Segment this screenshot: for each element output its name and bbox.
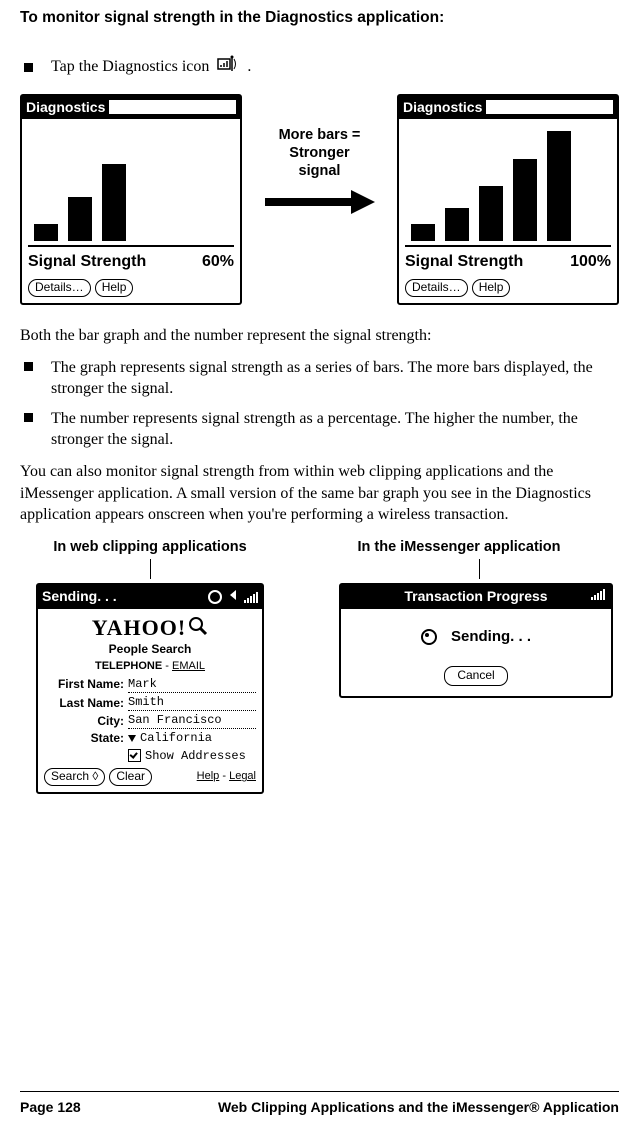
help-link[interactable]: Help: [197, 770, 220, 782]
page-footer: Page 128 Web Clipping Applications and t…: [20, 1091, 619, 1117]
city-field[interactable]: San Francisco: [128, 712, 256, 729]
cancel-button[interactable]: Cancel: [444, 666, 507, 686]
first-name-row: First Name: Mark: [44, 676, 256, 693]
help-button[interactable]: Help: [472, 279, 511, 297]
radio-icon: [421, 629, 437, 645]
list-item-text: The number represents signal strength as…: [51, 408, 619, 451]
panel-title-bar: Diagnostics: [22, 96, 240, 120]
chevron-icon: ◊: [92, 769, 98, 783]
page-number: Page 128: [20, 1098, 81, 1117]
details-button[interactable]: Details…: [405, 279, 468, 297]
details-button[interactable]: Details…: [28, 279, 91, 297]
footer-links: Help - Legal: [197, 769, 256, 784]
title-tail: [486, 100, 613, 114]
instruction-suffix: .: [247, 58, 251, 75]
web-clipping-panel: Sending. . . YAHOO! People Search: [36, 583, 264, 794]
diagnostics-icon: [217, 55, 239, 80]
last-name-field[interactable]: Smith: [128, 694, 256, 711]
mid-line-1: More bars =: [279, 127, 361, 143]
list-item: The number represents signal strength as…: [20, 408, 619, 451]
panel-title: Diagnostics: [26, 98, 105, 117]
chevron-down-icon: [128, 735, 136, 742]
city-label: City:: [44, 713, 128, 729]
sending-row: Sending. . .: [351, 627, 601, 647]
callout-title: In the iMessenger application: [299, 538, 619, 558]
imessenger-panel: Transaction Progress Sending. . . Cancel: [339, 583, 613, 698]
comparison-label: More bars = Stronger signal: [242, 94, 397, 221]
panel-title-bar: Diagnostics: [399, 96, 617, 120]
panel-title: Transaction Progress: [404, 588, 547, 604]
tabs-row: TELEPHONE - EMAIL: [44, 659, 256, 674]
last-name-row: Last Name: Smith: [44, 694, 256, 711]
panel-title-bar: Sending. . .: [38, 585, 262, 609]
show-addresses-label: Show Addresses: [145, 749, 246, 763]
sending-label: Sending. . .: [451, 627, 531, 647]
state-value: California: [140, 731, 212, 745]
signal-readout: Signal Strength 100%: [405, 245, 611, 273]
callout-imessenger: In the iMessenger application Transactio…: [299, 538, 619, 794]
callouts-row: In web clipping applications Sending. . …: [20, 538, 619, 794]
callout-web-clipping: In web clipping applications Sending. . …: [20, 538, 280, 794]
bullet-icon: [24, 413, 33, 422]
search-button[interactable]: Search ◊: [44, 768, 105, 786]
mini-signal-bars-icon: [244, 591, 258, 603]
first-name-field[interactable]: Mark: [128, 676, 256, 693]
state-row: State: California: [44, 730, 256, 746]
signal-bars-60: [34, 131, 234, 241]
tab-telephone[interactable]: TELEPHONE: [95, 660, 162, 672]
instruction-row: Tap the Diagnostics icon .: [20, 55, 619, 80]
signal-value: 60%: [202, 251, 234, 273]
list-item: The graph represents signal strength as …: [20, 357, 619, 400]
panel-title-bar: Transaction Progress: [341, 585, 611, 609]
city-row: City: San Francisco: [44, 712, 256, 729]
mini-signal-bars-icon: [591, 588, 605, 600]
callout-title: In web clipping applications: [20, 538, 280, 558]
tab-email[interactable]: EMAIL: [172, 660, 205, 672]
signal-value: 100%: [570, 251, 611, 273]
bullet-icon: [24, 63, 33, 72]
first-name-label: First Name:: [44, 676, 128, 692]
followup-paragraph: You can also monitor signal strength fro…: [20, 461, 619, 526]
explanation-list: The graph represents signal strength as …: [20, 357, 619, 451]
signal-label: Signal Strength: [405, 251, 523, 273]
magnifier-icon: [188, 616, 208, 640]
bullet-icon: [24, 362, 33, 371]
back-arrow-icon: [228, 587, 240, 606]
callout-pointer: [150, 559, 151, 579]
instruction-text: Tap the Diagnostics icon .: [51, 55, 251, 80]
tab-separator: -: [162, 660, 172, 672]
signal-label: Signal Strength: [28, 251, 146, 273]
signal-readout: Signal Strength 60%: [28, 245, 234, 273]
help-button[interactable]: Help: [95, 279, 134, 297]
section-heading: To monitor signal strength in the Diagno…: [20, 8, 619, 29]
list-item-text: The graph represents signal strength as …: [51, 357, 619, 400]
last-name-label: Last Name:: [44, 695, 128, 711]
legal-link[interactable]: Legal: [229, 770, 256, 782]
sending-label: Sending. . .: [42, 587, 117, 606]
state-label: State:: [44, 730, 128, 746]
yahoo-subtitle: People Search: [44, 641, 256, 657]
signal-bars-100: [411, 131, 611, 241]
instruction-prefix: Tap the Diagnostics icon: [51, 58, 209, 75]
diagnostics-panels-row: Diagnostics Signal Strength 60% Details……: [20, 94, 619, 305]
show-addresses-checkbox[interactable]: Show Addresses: [128, 748, 256, 764]
diagnostics-panel-100: Diagnostics Signal Strength 100% Details…: [397, 94, 619, 305]
chapter-title: Web Clipping Applications and the iMesse…: [218, 1098, 619, 1117]
diagnostics-panel-60: Diagnostics Signal Strength 60% Details……: [20, 94, 242, 305]
arrow-right-icon: [265, 190, 375, 220]
yahoo-logo: YAHOO!: [92, 613, 186, 643]
mid-line-2: Stronger: [289, 145, 349, 161]
clear-button[interactable]: Clear: [109, 768, 152, 786]
panel-title: Diagnostics: [403, 98, 482, 117]
callout-pointer: [479, 559, 480, 579]
state-dropdown[interactable]: California: [128, 730, 256, 746]
checkbox-icon: [128, 749, 141, 762]
mid-line-3: signal: [299, 163, 341, 179]
intro-paragraph: Both the bar graph and the number repres…: [20, 325, 619, 347]
show-addresses-row: Show Addresses: [44, 748, 256, 764]
radio-icon: [208, 590, 222, 604]
title-tail: [109, 100, 236, 114]
